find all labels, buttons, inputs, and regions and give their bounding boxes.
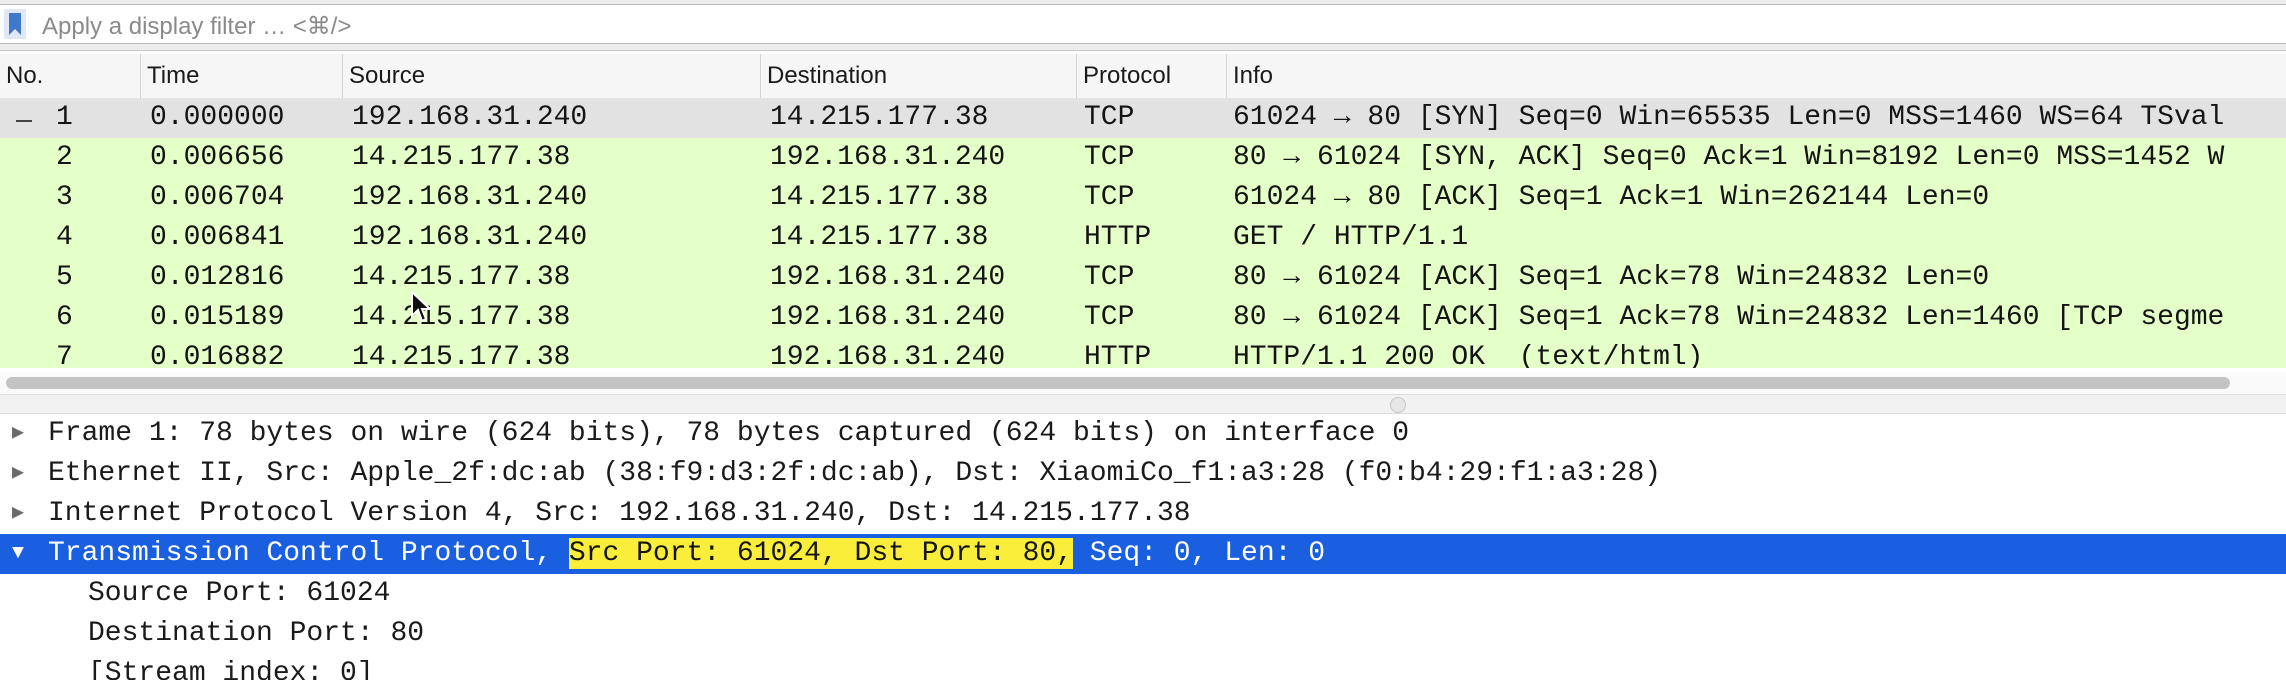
packet-time: 0.015189 bbox=[150, 302, 285, 333]
packet-info: 80 → 61024 [ACK] Seq=1 Ack=78 Win=24832 … bbox=[1233, 302, 2225, 333]
column-header-no[interactable]: No. bbox=[0, 54, 140, 98]
detail-ethernet-text: Ethernet II, Src: Apple_2f:dc:ab (38:f9:… bbox=[48, 458, 1662, 489]
filter-placeholder: Apply a display filter … <⌘/> bbox=[42, 13, 352, 40]
detail-child-text: Destination Port: 80 bbox=[88, 618, 425, 649]
packet-protocol: TCP bbox=[1084, 142, 1135, 173]
expand-triangle-icon[interactable]: ▶ bbox=[12, 414, 24, 454]
pane-splitter[interactable] bbox=[0, 394, 2286, 414]
detail-child-text: Source Port: 61024 bbox=[88, 578, 391, 609]
bookmark-icon[interactable] bbox=[4, 9, 26, 39]
packet-info: 61024 → 80 [SYN] Seq=0 Win=65535 Len=0 M… bbox=[1233, 102, 2225, 133]
packet-row[interactable]: 5 0.012816 14.215.177.38 192.168.31.240 … bbox=[0, 258, 2286, 298]
packet-no: 2 bbox=[56, 142, 73, 173]
column-header-protocol[interactable]: Protocol bbox=[1076, 54, 1232, 98]
packet-no: 5 bbox=[56, 262, 73, 293]
packet-row[interactable]: 2 0.006656 14.215.177.38 192.168.31.240 … bbox=[0, 138, 2286, 178]
packet-info: 61024 → 80 [ACK] Seq=1 Ack=1 Win=262144 … bbox=[1233, 182, 1990, 213]
packet-info: 80 → 61024 [SYN, ACK] Seq=0 Ack=1 Win=81… bbox=[1233, 142, 2225, 173]
splitter-handle-icon[interactable] bbox=[1390, 397, 1406, 413]
packet-list-header: No. Time Source Destination Protocol Inf… bbox=[0, 54, 2286, 99]
column-header-destination[interactable]: Destination bbox=[760, 54, 1076, 98]
packet-protocol: HTTP bbox=[1084, 342, 1152, 368]
packet-source: 192.168.31.240 bbox=[352, 222, 588, 253]
packet-destination: 192.168.31.240 bbox=[770, 142, 1006, 173]
detail-frame-text: Frame 1: 78 bytes on wire (624 bits), 78… bbox=[48, 418, 1410, 449]
detail-tcp-stream-index[interactable]: [Stream index: 0] bbox=[0, 654, 2286, 680]
packet-protocol: HTTP bbox=[1084, 222, 1152, 253]
tcp-port-highlight: Src Port: 61024, Dst Port: 80, bbox=[568, 538, 1073, 569]
detail-tcp-text: Transmission Control Protocol, Src Port:… bbox=[48, 534, 1325, 574]
packet-protocol: TCP bbox=[1084, 182, 1135, 213]
packet-row[interactable]: 1 0.000000 192.168.31.240 14.215.177.38 … bbox=[0, 98, 2286, 138]
detail-tcp-destination-port[interactable]: Destination Port: 80 bbox=[0, 614, 2286, 654]
packet-no: 1 bbox=[56, 102, 73, 133]
packet-info: GET / HTTP/1.1 bbox=[1233, 222, 1469, 253]
packet-row[interactable]: 7 0.016882 14.215.177.38 192.168.31.240 … bbox=[0, 338, 2286, 368]
packet-destination: 14.215.177.38 bbox=[770, 102, 989, 133]
detail-ethernet[interactable]: ▶ Ethernet II, Src: Apple_2f:dc:ab (38:f… bbox=[0, 454, 2286, 494]
packet-time: 0.016882 bbox=[150, 342, 285, 368]
display-filter-input[interactable]: Apply a display filter … <⌘/> bbox=[0, 4, 2286, 44]
packet-destination: 192.168.31.240 bbox=[770, 262, 1006, 293]
tcp-prefix: Transmission Control Protocol, bbox=[48, 538, 569, 569]
detail-child-text: [Stream index: 0] bbox=[88, 658, 374, 680]
packet-info: 80 → 61024 [ACK] Seq=1 Ack=78 Win=24832 … bbox=[1233, 262, 1990, 293]
packet-no: 6 bbox=[56, 302, 73, 333]
packet-list-horizontal-scrollbar[interactable] bbox=[0, 372, 2286, 394]
packet-source: 192.168.31.240 bbox=[352, 102, 588, 133]
packet-time: 0.006841 bbox=[150, 222, 285, 253]
packet-list: 1 0.000000 192.168.31.240 14.215.177.38 … bbox=[0, 98, 2286, 368]
packet-no: 4 bbox=[56, 222, 73, 253]
packet-no: 7 bbox=[56, 342, 73, 368]
tcp-suffix: Seq: 0, Len: 0 bbox=[1072, 538, 1326, 569]
packet-source: 14.215.177.38 bbox=[352, 302, 571, 333]
conversation-start-marker bbox=[16, 120, 32, 122]
column-header-time[interactable]: Time bbox=[140, 54, 342, 98]
packet-source: 14.215.177.38 bbox=[352, 262, 571, 293]
detail-tcp[interactable]: ▼ Transmission Control Protocol, Src Por… bbox=[0, 534, 2286, 574]
detail-frame[interactable]: ▶ Frame 1: 78 bytes on wire (624 bits), … bbox=[0, 414, 2286, 454]
packet-no: 3 bbox=[56, 182, 73, 213]
packet-source: 192.168.31.240 bbox=[352, 182, 588, 213]
packet-details-pane: ▶ Frame 1: 78 bytes on wire (624 bits), … bbox=[0, 412, 2286, 680]
packet-destination: 192.168.31.240 bbox=[770, 342, 1006, 368]
packet-time: 0.006656 bbox=[150, 142, 285, 173]
packet-protocol: TCP bbox=[1084, 102, 1135, 133]
detail-ip[interactable]: ▶ Internet Protocol Version 4, Src: 192.… bbox=[0, 494, 2286, 534]
packet-time: 0.006704 bbox=[150, 182, 285, 213]
column-header-source[interactable]: Source bbox=[342, 54, 760, 98]
packet-source: 14.215.177.38 bbox=[352, 142, 571, 173]
packet-destination: 14.215.177.38 bbox=[770, 182, 989, 213]
packet-protocol: TCP bbox=[1084, 262, 1135, 293]
packet-row[interactable]: 3 0.006704 192.168.31.240 14.215.177.38 … bbox=[0, 178, 2286, 218]
detail-tcp-source-port[interactable]: Source Port: 61024 bbox=[0, 574, 2286, 614]
packet-source: 14.215.177.38 bbox=[352, 342, 571, 368]
expand-triangle-icon[interactable]: ▶ bbox=[12, 494, 24, 534]
packet-info: HTTP/1.1 200 OK (text/html) bbox=[1233, 342, 1704, 368]
packet-row[interactable]: 4 0.006841 192.168.31.240 14.215.177.38 … bbox=[0, 218, 2286, 258]
collapse-triangle-icon[interactable]: ▼ bbox=[12, 534, 24, 574]
display-filter-bar: Apply a display filter … <⌘/> bbox=[0, 0, 2286, 51]
packet-protocol: TCP bbox=[1084, 302, 1135, 333]
detail-ip-text: Internet Protocol Version 4, Src: 192.16… bbox=[48, 498, 1191, 529]
packet-time: 0.000000 bbox=[150, 102, 285, 133]
packet-row[interactable]: 6 0.015189 14.215.177.38 192.168.31.240 … bbox=[0, 298, 2286, 338]
scrollbar-thumb[interactable] bbox=[6, 377, 2230, 389]
expand-triangle-icon[interactable]: ▶ bbox=[12, 454, 24, 494]
mouse-cursor-icon bbox=[411, 290, 433, 323]
packet-time: 0.012816 bbox=[150, 262, 285, 293]
column-header-info[interactable]: Info bbox=[1226, 54, 2286, 98]
packet-destination: 14.215.177.38 bbox=[770, 222, 989, 253]
packet-destination: 192.168.31.240 bbox=[770, 302, 1006, 333]
